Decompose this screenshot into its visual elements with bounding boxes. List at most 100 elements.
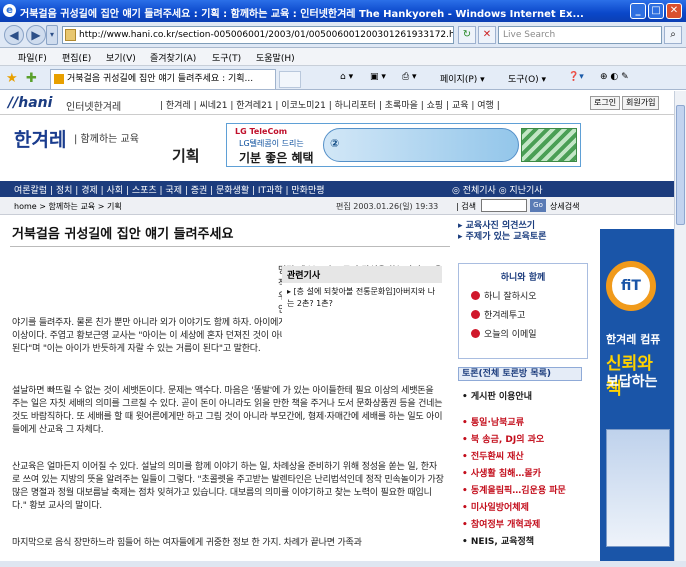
menu-view[interactable]: 보기(V) bbox=[106, 51, 136, 64]
add-favorite-icon[interactable]: ✚ bbox=[26, 71, 37, 86]
site-header: 한겨레 | 함께하는 교육 기획 LG TeleCom LG텔레콤이 드리는 기… bbox=[0, 117, 674, 181]
window-title-bar: e 거북걸음 귀성길에 집안 얘기 들려주세요 : 기획 : 함께하는 교육 :… bbox=[0, 0, 686, 22]
forum-item[interactable]: • 동계올림픽…김운용 파문 bbox=[462, 483, 586, 500]
family-site-links[interactable]: | 한겨레 | 씨네21 | 한겨레21 | 이코노미21 | 하니리포터 | … bbox=[160, 98, 500, 111]
hankyoreh-brand[interactable]: 한겨레 bbox=[14, 125, 66, 152]
hani-logo-sub[interactable]: 인터넷한겨레 bbox=[66, 98, 121, 113]
article-side-links: ▸ 교육사진 의견쓰기 ▸ 주제가 있는 교육토론 bbox=[458, 221, 588, 243]
forum-item[interactable]: • 북 송금, DJ의 과오 bbox=[462, 432, 586, 449]
stop-button[interactable]: ✕ bbox=[478, 26, 496, 44]
ad-image bbox=[521, 128, 577, 162]
page-icon bbox=[65, 29, 76, 41]
print-icon[interactable]: ⎙ ▾ bbox=[402, 72, 417, 82]
related-link[interactable]: ▸ [층 설에 되찾아볼 전통문화입]아버지와 나는 2촌? 1촌? bbox=[282, 283, 442, 313]
home-icon[interactable]: ⌂ ▾ bbox=[340, 72, 353, 82]
history-dropdown-icon[interactable]: ▾ bbox=[46, 25, 58, 45]
forum-list-header[interactable]: 토론(전체 토론방 목록) bbox=[458, 367, 582, 381]
bullet-icon bbox=[471, 310, 480, 319]
breadcrumb-bar: home > 함께하는 교육 > 기획 편집 2003.01.26(일) 19:… bbox=[0, 197, 674, 215]
category-nav: 여론칼럼 | 정치 | 경제 | 사회 | 스포츠 | 국제 | 증권 | 문화… bbox=[0, 181, 674, 197]
tab-bar: ★ ✚ 거북걸음 귀성길에 집안 얘기 들려주세요 : 기획... ⌂ ▾ ▣ … bbox=[0, 66, 686, 90]
menu-favorites[interactable]: 즐겨찾기(A) bbox=[150, 51, 196, 64]
menu-bar: 파일(F) 편집(E) 보기(V) 즐겨찾기(A) 도구(T) 도움말(H) bbox=[0, 48, 686, 66]
close-button[interactable]: ✕ bbox=[666, 3, 682, 19]
go-button[interactable]: Go bbox=[530, 199, 546, 212]
page-menu[interactable]: 페이지(P) ▾ bbox=[440, 72, 485, 85]
ad-text-1: 한겨레 컴퓨 bbox=[606, 333, 661, 346]
article-paragraph: 마지막으로 음식 장만하느라 힘들어 하는 여자들에게 귀중한 정보 한 가지.… bbox=[12, 538, 362, 548]
headline-divider bbox=[10, 246, 450, 247]
menu-edit[interactable]: 편집(E) bbox=[62, 51, 91, 64]
with-hani-box: 하니와 함께 하니 잘하시오 한겨레투고 오늘의 이메일 bbox=[458, 263, 588, 359]
ad-line-2: 기분 좋은 혜택 bbox=[239, 151, 314, 165]
photo-comment-link[interactable]: ▸ 교육사진 의견쓰기 bbox=[458, 221, 588, 232]
vertical-scrollbar[interactable] bbox=[674, 91, 686, 561]
new-tab-button[interactable] bbox=[279, 71, 301, 88]
archive-links[interactable]: ◎ 전체기사 ◎ 지난기사 bbox=[452, 183, 543, 196]
category-links[interactable]: 여론칼럼 | 정치 | 경제 | 사회 | 스포츠 | 국제 | 증권 | 문화… bbox=[14, 183, 325, 196]
join-button[interactable]: 회원가입 bbox=[622, 96, 660, 110]
detail-search-link[interactable]: 상세검색 bbox=[550, 201, 579, 212]
site-search-input[interactable] bbox=[481, 199, 527, 212]
forum-list: • 게시판 이용안내 bbox=[462, 389, 586, 406]
article-paragraph: 산교육은 얼마든지 이어질 수 있다. 설날의 의미를 함께 이야기 하는 일,… bbox=[12, 462, 444, 511]
related-articles-box: 관련기사 ▸ [층 설에 되찾아볼 전통문화입]아버지와 나는 2촌? 1촌? bbox=[282, 266, 442, 356]
rss-icon[interactable]: ▣ ▾ bbox=[370, 72, 386, 82]
article-paragraph: 설날하면 빠뜨릴 수 없는 것이 세뱃돈이다. 문제는 액수다. 마음은 '똥발… bbox=[12, 386, 443, 435]
bullet-icon bbox=[471, 329, 480, 338]
login-button[interactable]: 로그인 bbox=[590, 96, 621, 110]
favorites-star-icon[interactable]: ★ bbox=[6, 71, 18, 86]
forward-button[interactable]: ▶ bbox=[26, 25, 46, 45]
with-hani-item[interactable]: 오늘의 이메일 bbox=[471, 327, 587, 340]
menu-tools[interactable]: 도구(T) bbox=[212, 51, 241, 64]
help-icon[interactable]: ❓▾ bbox=[568, 72, 584, 82]
with-hani-item[interactable]: 한겨레투고 bbox=[471, 308, 587, 321]
research-icon[interactable]: ⊕ ◐ ✎ bbox=[600, 72, 629, 82]
forum-item[interactable]: • 게시판 이용안내 bbox=[462, 389, 586, 406]
forum-item[interactable]: • 전두환씨 재산 bbox=[462, 449, 586, 466]
address-toolbar: ◀ ▶ ▾ http://www.hani.co.kr/section-0050… bbox=[0, 22, 686, 48]
tab-current[interactable]: 거북걸음 귀성길에 집안 얘기 들려주세요 : 기획... bbox=[50, 69, 276, 89]
ad-text-3: 보답하는 bbox=[606, 374, 658, 390]
search-icon[interactable]: ⌕ bbox=[664, 26, 682, 44]
related-title: 관련기사 bbox=[282, 266, 442, 283]
fit-computer-ad[interactable]: fiT 한겨레 컴퓨 신뢰와 책 보답하는 bbox=[600, 229, 674, 561]
hani-logo[interactable]: //hani bbox=[8, 95, 52, 111]
window-title: 거북걸음 귀성길에 집안 얘기 들려주세요 : 기획 : 함께하는 교육 : 인… bbox=[20, 9, 584, 20]
scrollbar-thumb[interactable] bbox=[676, 105, 685, 225]
menu-help[interactable]: 도움말(H) bbox=[256, 51, 295, 64]
tools-menu[interactable]: 도구(O) ▾ bbox=[508, 72, 546, 85]
lg-telecom-banner[interactable]: LG TeleCom LG텔레콤이 드리는 기분 좋은 혜택 ② bbox=[226, 123, 581, 167]
url-text: http://www.hani.co.kr/section-005006001/… bbox=[79, 30, 454, 40]
maximize-button[interactable]: □ bbox=[648, 3, 664, 19]
status-bar bbox=[0, 561, 686, 567]
menu-file[interactable]: 파일(F) bbox=[18, 51, 47, 64]
breadcrumb[interactable]: home > 함께하는 교육 > 기획 bbox=[14, 201, 122, 212]
with-hani-title: 하니와 함께 bbox=[500, 273, 546, 283]
with-hani-item[interactable]: 하니 잘하시오 bbox=[471, 289, 587, 302]
refresh-button[interactable]: ↻ bbox=[458, 26, 476, 44]
tab-title: 거북걸음 귀성길에 집안 얘기 들려주세요 : 기획... bbox=[67, 74, 254, 84]
fit-logo: fiT bbox=[606, 261, 656, 311]
search-label: | 검색 bbox=[456, 202, 476, 211]
ad-highlight: ② bbox=[323, 128, 519, 162]
forum-item[interactable]: • 참여정부 개혁과제 bbox=[462, 517, 586, 534]
brand-tagline: | 함께하는 교육 bbox=[74, 134, 139, 145]
forum-item[interactable]: • 사생활 침해…몰카 bbox=[462, 466, 586, 483]
lg-logo: LG TeleCom bbox=[235, 127, 288, 136]
minimize-button[interactable]: _ bbox=[630, 3, 646, 19]
forum-item[interactable]: • 통일·남북교류 bbox=[462, 415, 586, 432]
live-search-input[interactable]: Live Search bbox=[498, 26, 662, 44]
article-headline: 거북걸음 귀성길에 집안 얘기 들려주세요 bbox=[12, 227, 234, 242]
address-input[interactable]: http://www.hani.co.kr/section-005006001/… bbox=[62, 26, 454, 44]
ie-icon: e bbox=[3, 4, 16, 17]
hani-favicon-icon bbox=[54, 74, 64, 84]
edu-forum-link[interactable]: ▸ 주제가 있는 교육토론 bbox=[458, 232, 588, 243]
forum-item[interactable]: • NEIS, 교육정책 bbox=[462, 534, 586, 551]
page-content: //hani 인터넷한겨레 | 한겨레 | 씨네21 | 한겨레21 | 이코노… bbox=[0, 91, 674, 561]
ad-line-1: LG텔레콤이 드리는 bbox=[239, 139, 304, 148]
back-button[interactable]: ◀ bbox=[4, 25, 24, 45]
edit-date: 편집 2003.01.26(일) 19:33 bbox=[336, 202, 439, 211]
section-title: 기획 bbox=[172, 147, 200, 165]
forum-item[interactable]: • 미사일방어체제 bbox=[462, 500, 586, 517]
